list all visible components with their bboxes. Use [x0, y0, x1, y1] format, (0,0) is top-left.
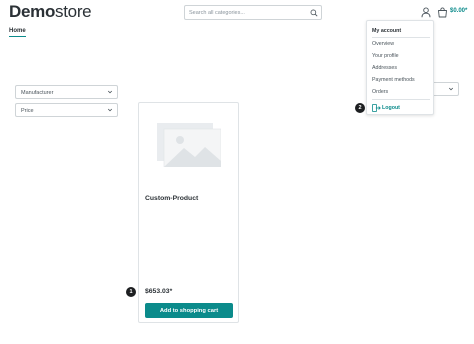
chevron-down-icon	[448, 87, 454, 91]
account-dropdown: My account Overview Your profile Address…	[366, 20, 434, 115]
chevron-down-icon	[107, 90, 113, 94]
step-marker-1: 1	[126, 287, 136, 297]
divider	[372, 99, 430, 100]
account-menu-orders[interactable]: Orders	[372, 89, 388, 95]
logo-rest: store	[55, 2, 92, 21]
filter-price[interactable]: Price	[15, 103, 118, 117]
nav-item-home[interactable]: Home	[9, 28, 26, 37]
search-bar	[184, 5, 322, 20]
filter-manufacturer[interactable]: Manufacturer	[15, 85, 118, 99]
account-menu-title: My account	[372, 28, 402, 34]
search-icon	[310, 9, 318, 17]
user-icon[interactable]	[421, 7, 431, 18]
product-name[interactable]: Custom-Product	[145, 195, 198, 202]
cart-icon[interactable]	[437, 7, 448, 18]
sort-select[interactable]	[432, 82, 459, 96]
logout-label: Logout	[382, 105, 400, 111]
account-menu-addresses[interactable]: Addresses	[372, 65, 397, 71]
account-menu-profile[interactable]: Your profile	[372, 53, 399, 59]
search-input[interactable]	[189, 9, 301, 17]
account-menu-payment[interactable]: Payment methods	[372, 77, 415, 83]
logout-icon	[372, 104, 381, 112]
image-placeholder-icon[interactable]	[157, 121, 221, 167]
logo-bold: Demo	[9, 2, 56, 21]
search-button[interactable]	[308, 7, 319, 18]
step-marker-2: 2	[355, 103, 365, 113]
product-card: Custom-Product $653.03* Add to shopping …	[138, 102, 239, 323]
product-price: $653.03*	[145, 288, 173, 295]
add-to-cart-button[interactable]: Add to shopping cart	[145, 303, 233, 318]
logout-link[interactable]: Logout	[372, 104, 400, 112]
store-logo[interactable]: Demostore	[9, 2, 92, 22]
account-menu-overview[interactable]: Overview	[372, 41, 394, 47]
filter-label: Price	[21, 107, 34, 114]
divider	[372, 37, 430, 38]
chevron-down-icon	[107, 108, 113, 112]
filter-label: Manufacturer	[21, 89, 54, 96]
cart-total[interactable]: $0.00*	[450, 8, 467, 14]
